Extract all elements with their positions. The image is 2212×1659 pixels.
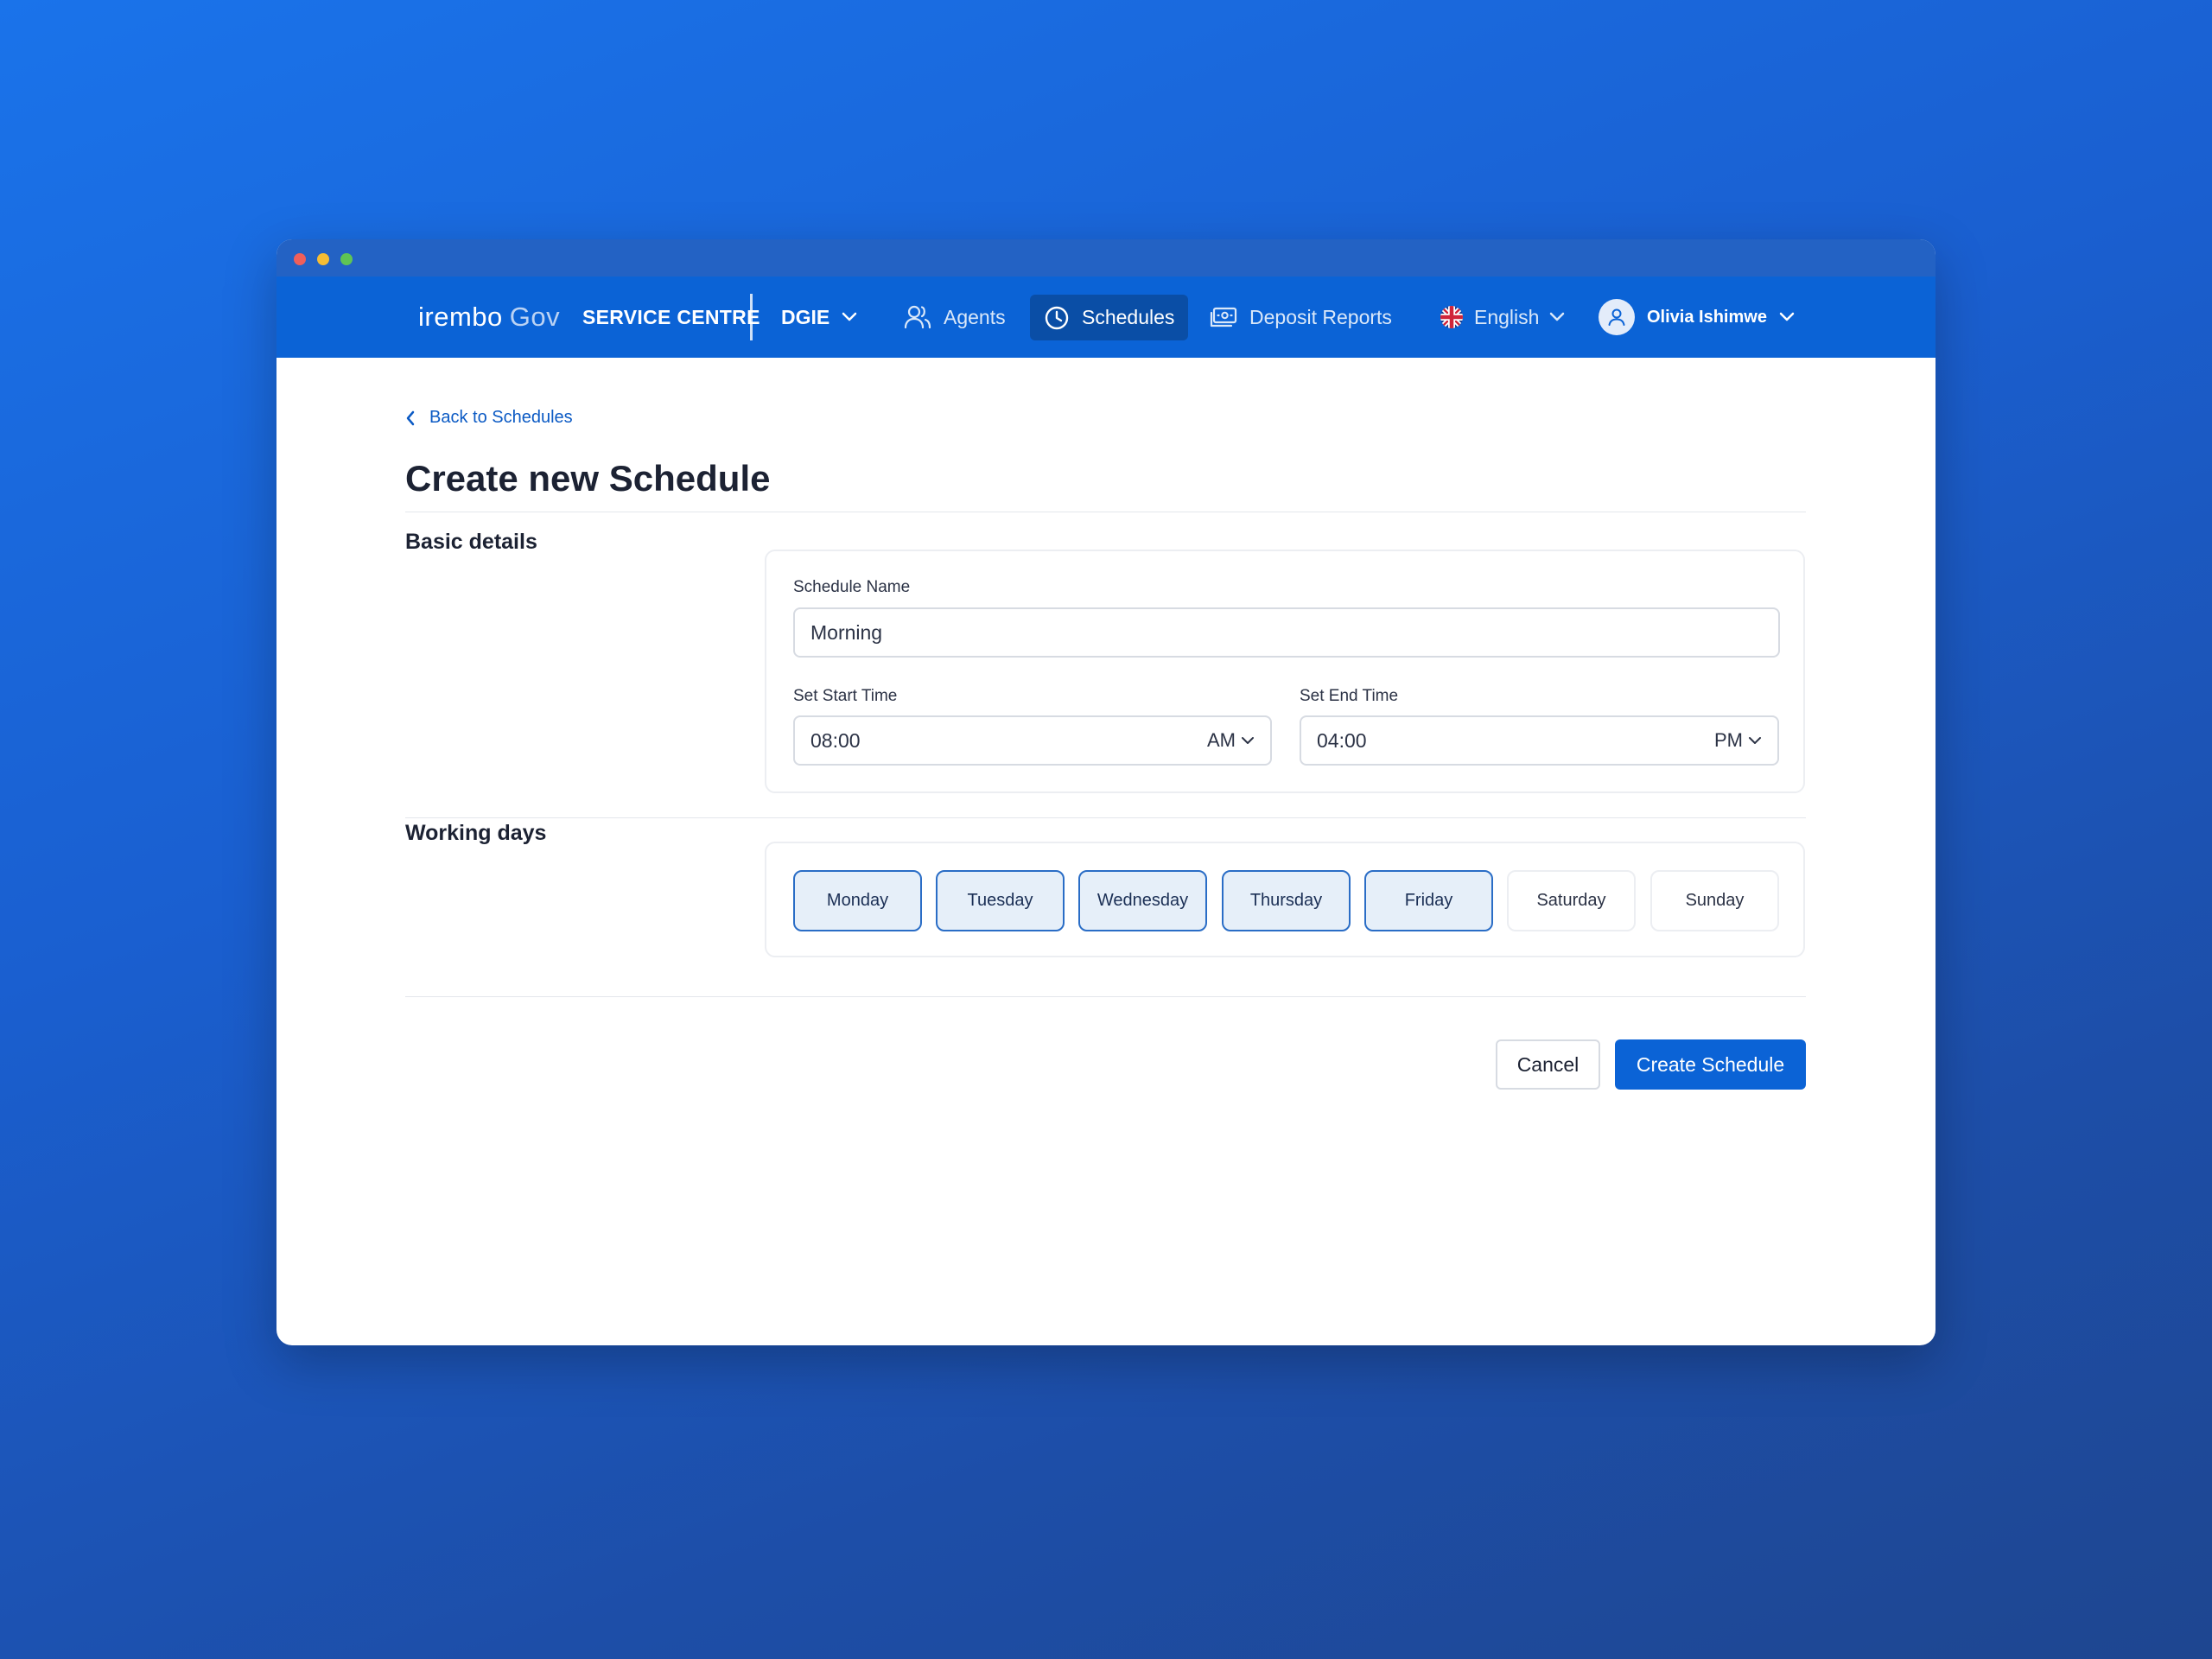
period-label: AM [1207,729,1236,751]
banknote-icon [1210,307,1237,327]
service-centre-label: SERVICE CENTRE [582,305,760,328]
brand-logo[interactable]: irembo Gov [418,276,560,358]
chevron-down-icon [1550,312,1565,321]
nav-item-schedules[interactable]: Schedules [1030,295,1189,340]
create-schedule-button[interactable]: Create Schedule [1615,1039,1806,1090]
brand-name: irembo [418,302,503,332]
avatar [1599,299,1635,335]
cancel-button[interactable]: Cancel [1496,1039,1600,1090]
org-label: DGIE [781,305,830,328]
day-toggle-saturday[interactable]: Saturday [1507,870,1636,931]
user-menu[interactable]: Olivia Ishimwe [1599,276,1795,358]
language-label: English [1474,305,1540,328]
basic-details-card: Schedule Name Morning Set Start Time 08:… [765,550,1805,793]
start-time-period-select[interactable]: AM [1207,729,1255,752]
day-toggle-friday[interactable]: Friday [1364,870,1493,931]
schedule-name-input[interactable]: Morning [793,607,1780,658]
chevron-down-icon [1242,737,1254,744]
basic-details-label: Basic details [405,530,537,554]
close-window-dot[interactable] [294,253,306,265]
nav-item-agents[interactable]: Agents [904,276,1006,358]
page-title: Create new Schedule [405,458,771,499]
chevron-left-icon [406,410,415,425]
nav-item-label: Deposit Reports [1249,305,1392,328]
back-to-schedules-link[interactable]: Back to Schedules [405,408,573,428]
chevron-down-icon [1749,737,1761,744]
brand-suffix: Gov [509,302,561,332]
end-time-label: Set End Time [1300,687,1399,705]
back-link-label: Back to Schedules [429,408,573,427]
section-divider [405,817,1806,818]
nav-item-label: Agents [944,305,1006,328]
chevron-down-icon [1779,312,1795,321]
window-titlebar [276,239,1936,276]
start-time-field[interactable]: 08:00 AM [793,715,1272,766]
maximize-window-dot[interactable] [340,253,353,265]
day-toggle-wednesday[interactable]: Wednesday [1078,870,1207,931]
end-time-value: 04:00 [1317,728,1367,752]
working-days-card: Monday Tuesday Wednesday Thursday Friday… [765,842,1805,957]
user-name: Olivia Ishimwe [1647,307,1767,327]
chevron-down-icon [842,312,857,321]
nav-item-deposit-reports[interactable]: Deposit Reports [1210,276,1392,358]
nav-item-label: Schedules [1082,306,1175,328]
minimize-window-dot[interactable] [317,253,329,265]
language-selector[interactable]: English [1440,276,1565,358]
day-toggle-sunday[interactable]: Sunday [1650,870,1779,931]
working-days-label: Working days [405,821,547,845]
nav-divider [750,294,753,340]
start-time-label: Set Start Time [793,687,898,705]
day-toggle-monday[interactable]: Monday [793,870,922,931]
uk-flag-icon [1440,306,1463,328]
actions-divider [405,996,1806,997]
user-icon [1608,308,1625,326]
org-selector[interactable]: DGIE [781,276,857,358]
clock-icon [1045,306,1069,329]
start-time-value: 08:00 [810,728,861,752]
end-time-period-select[interactable]: PM [1714,729,1762,752]
users-icon [904,305,931,329]
day-toggle-thursday[interactable]: Thursday [1222,870,1351,931]
period-label: PM [1714,729,1743,751]
day-toggle-tuesday[interactable]: Tuesday [936,870,1065,931]
end-time-field[interactable]: 04:00 PM [1300,715,1779,766]
browser-window: irembo Gov SERVICE CENTRE DGIE Agents Sc… [276,239,1936,1345]
top-navbar: irembo Gov SERVICE CENTRE DGIE Agents Sc… [276,276,1936,358]
schedule-name-label: Schedule Name [793,578,911,596]
